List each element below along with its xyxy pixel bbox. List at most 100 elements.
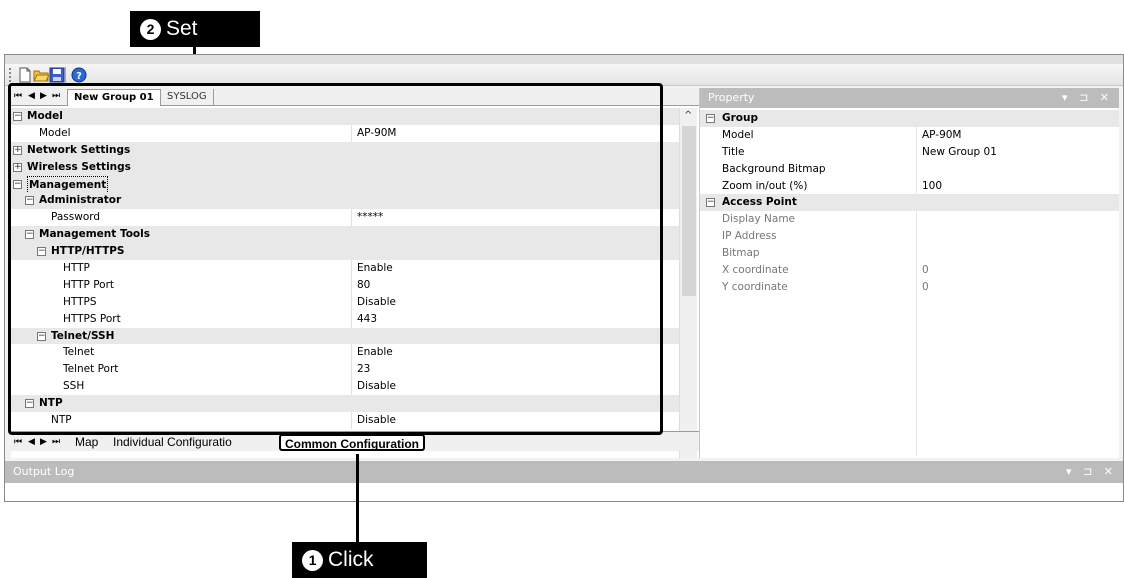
collapse-icon[interactable]: −	[25, 399, 34, 409]
property-grid: − Model Model AP-90M + Network Settings + Wirel…	[11, 108, 679, 458]
property-row-value[interactable]: 100	[922, 178, 942, 194]
grid-column-divider	[351, 124, 352, 142]
save-icon[interactable]	[49, 67, 65, 83]
tab-common-configuration[interactable]: Common Configuration	[279, 434, 425, 451]
callout-click: 1 Click	[292, 542, 427, 578]
grid-row-label: Wireless Settings	[27, 160, 131, 173]
property-row[interactable]: Y coordinate 0	[700, 279, 1119, 296]
property-row[interactable]: Model AP-90M	[700, 127, 1119, 144]
grid-row[interactable]: Telnet Port 23	[11, 361, 679, 379]
collapse-icon[interactable]: −	[25, 196, 34, 206]
grid-row[interactable]: HTTP Port 80	[11, 276, 679, 294]
grid-row-label: Telnet	[63, 346, 95, 359]
output-log-title-text: Output Log	[13, 465, 75, 478]
grid-row[interactable]: Password *****	[11, 209, 679, 227]
grid-row[interactable]: Model AP-90M	[11, 124, 679, 142]
scrollbar-thumb[interactable]	[682, 126, 696, 296]
tab-syslog[interactable]: SYSLOG	[161, 89, 214, 106]
grid-row-value[interactable]: 80	[357, 277, 370, 293]
property-row[interactable]: IP Address	[700, 228, 1119, 245]
grid-category-row[interactable]: − Management Tools	[11, 226, 679, 244]
scroll-up-icon[interactable]: ^	[684, 110, 692, 121]
grid-row-value[interactable]: Enable	[357, 344, 393, 360]
grid-row-label: Password	[51, 211, 101, 224]
grid-row-label: HTTP/HTTPS	[51, 245, 125, 258]
bottom-prev-tab-icon[interactable]: ◀	[28, 437, 35, 447]
property-row-value[interactable]: 0	[922, 279, 929, 295]
grid-row-label: Network Settings	[27, 143, 131, 156]
grid-row[interactable]: HTTPS Port 443	[11, 310, 679, 328]
collapse-icon[interactable]: −	[37, 247, 46, 257]
collapse-icon[interactable]: −	[706, 198, 715, 208]
property-row[interactable]: Display Name	[700, 211, 1119, 228]
grid-category-row[interactable]: − Model	[11, 108, 679, 125]
collapse-icon[interactable]: −	[13, 179, 22, 189]
grid-row-value[interactable]: 23	[357, 361, 370, 377]
property-row-label: Access Point	[722, 196, 797, 209]
property-row[interactable]: Background Bitmap	[700, 161, 1119, 178]
collapse-icon[interactable]: −	[13, 112, 22, 121]
grid-row-label: HTTP Port	[63, 278, 115, 291]
property-category-row[interactable]: − Access Point	[700, 194, 1119, 212]
grid-category-row[interactable]: + Wireless Settings	[11, 158, 679, 176]
grid-row[interactable]: Telnet Enable	[11, 344, 679, 362]
toolbar-grip[interactable]	[9, 68, 11, 82]
configuration-pane: ⏮ ◀ ▶ ⏭ New Group 01 SYSLOG − Model Model A…	[11, 88, 701, 458]
grid-row-value[interactable]: *****	[357, 209, 383, 225]
property-row-value[interactable]: AP-90M	[922, 127, 962, 143]
tab-new-group-01[interactable]: New Group 01	[67, 89, 161, 106]
new-file-icon[interactable]	[17, 67, 33, 83]
collapse-icon[interactable]: −	[37, 331, 46, 341]
grid-category-row[interactable]: − Management	[11, 175, 679, 194]
grid-row[interactable]: SSH Disable	[11, 378, 679, 396]
property-pane-controls[interactable]: ▾ ⊐ ✕	[1062, 88, 1113, 108]
property-row-label: X coordinate	[722, 264, 789, 277]
property-pane: Property ▾ ⊐ ✕ − Group Model AP-90M Title New…	[699, 88, 1119, 458]
property-pane-title-text: Property	[708, 91, 755, 104]
grid-category-row[interactable]: − Telnet/SSH	[11, 327, 679, 345]
property-category-row[interactable]: − Group	[700, 110, 1119, 127]
output-log-controls[interactable]: ▾ ⊐ ✕	[1066, 461, 1117, 483]
grid-row-value[interactable]: Disable	[357, 378, 396, 394]
grid-category-row[interactable]: − HTTP/HTTPS	[11, 243, 679, 261]
open-folder-icon[interactable]	[33, 67, 49, 83]
grid-column-divider	[351, 310, 352, 328]
grid-row-value[interactable]: Disable	[357, 294, 396, 310]
property-row-value[interactable]: 0	[922, 262, 929, 278]
bottom-next-tab-icon[interactable]: ▶	[40, 437, 47, 447]
grid-row[interactable]: HTTP Enable	[11, 260, 679, 277]
grid-column-divider	[351, 344, 352, 362]
help-icon[interactable]: ?	[71, 67, 87, 83]
grid-row-label: NTP	[39, 397, 63, 410]
bottom-last-tab-icon[interactable]: ⏭	[52, 437, 60, 447]
property-row-label: Model	[722, 128, 754, 141]
grid-row[interactable]: HTTPS Disable	[11, 293, 679, 311]
grid-row-value[interactable]: 443	[357, 311, 377, 327]
grid-category-row[interactable]: − Administrator	[11, 192, 679, 210]
grid-row-value[interactable]: Disable	[357, 412, 396, 428]
property-row-value[interactable]: New Group 01	[922, 144, 997, 160]
output-log-area	[5, 483, 1123, 501]
grid-row[interactable]: NTP Disable	[11, 412, 679, 429]
grid-category-row[interactable]: − NTP	[11, 395, 679, 413]
expand-icon[interactable]: +	[13, 145, 22, 155]
property-row-label: Zoom in/out (%)	[722, 179, 808, 192]
grid-row-value[interactable]: Enable	[357, 260, 393, 276]
next-tab-icon[interactable]: ▶	[40, 91, 47, 101]
grid-row-value[interactable]: AP-90M	[357, 125, 397, 141]
bottom-first-tab-icon[interactable]: ⏮	[14, 437, 22, 447]
collapse-icon[interactable]: −	[706, 114, 715, 123]
property-row[interactable]: X coordinate 0	[700, 262, 1119, 279]
tab-map[interactable]: Map	[71, 434, 102, 451]
prev-tab-icon[interactable]: ◀	[28, 91, 35, 101]
grid-category-row[interactable]: + Network Settings	[11, 141, 679, 159]
property-row[interactable]: Bitmap	[700, 245, 1119, 262]
expand-icon[interactable]: +	[13, 162, 22, 172]
collapse-icon[interactable]: −	[25, 230, 34, 240]
first-tab-icon[interactable]: ⏮	[14, 91, 22, 101]
vertical-scrollbar[interactable]: ^ v	[679, 108, 697, 458]
property-row[interactable]: Zoom in/out (%) 100	[700, 178, 1119, 195]
last-tab-icon[interactable]: ⏭	[52, 91, 60, 101]
property-row[interactable]: Title New Group 01	[700, 144, 1119, 161]
tab-individual-configuration[interactable]: Individual Configuratio	[109, 434, 236, 451]
